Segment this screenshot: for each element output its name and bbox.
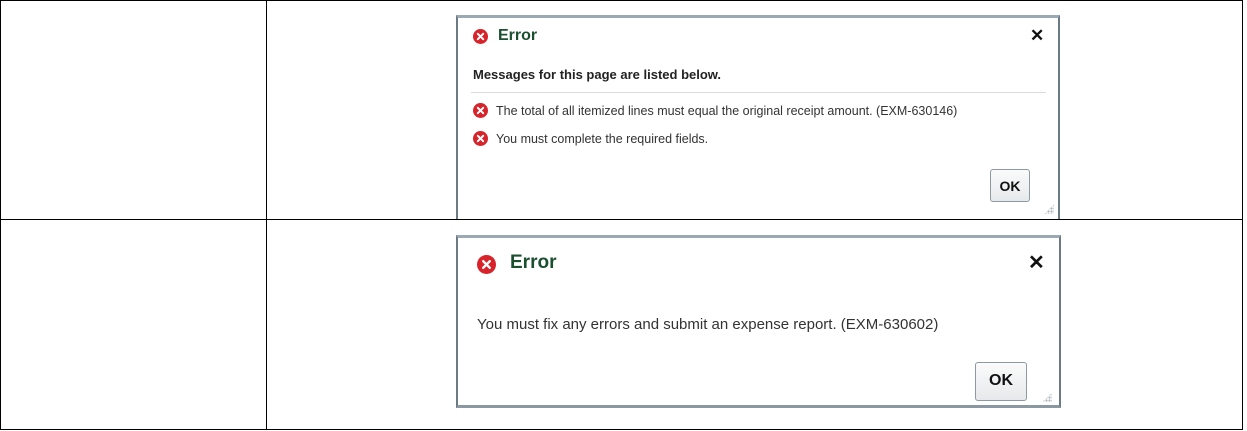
error-icon	[477, 254, 496, 274]
table-row: Error ✕ You must fix any errors and subm…	[0, 218, 1243, 430]
table-cell-empty	[0, 218, 267, 430]
ok-button[interactable]: OK	[975, 361, 1027, 401]
error-message-item: You must complete the required fields.	[473, 131, 708, 146]
table-cell-screenshot: Error ✕ You must fix any errors and subm…	[266, 218, 1243, 430]
table-cell-empty	[0, 0, 267, 220]
messages-header: Messages for this page are listed below.	[473, 67, 722, 82]
divider	[471, 92, 1046, 93]
table-cell-screenshot: Error ✕ Messages for this page are liste…	[266, 0, 1243, 220]
error-icon	[473, 29, 488, 44]
error-dialog: Error ✕ You must fix any errors and subm…	[456, 234, 1061, 408]
dialog-title: Error	[498, 27, 538, 44]
document-table: Error ✕ Messages for this page are liste…	[0, 0, 1243, 430]
close-icon[interactable]: ✕	[1028, 253, 1045, 273]
error-message-text: The total of all itemized lines must equ…	[496, 103, 958, 118]
resize-grip-icon[interactable]	[1042, 392, 1052, 403]
error-dialog: Error ✕ Messages for this page are liste…	[456, 15, 1060, 219]
error-icon	[473, 131, 488, 146]
error-message-text: You must fix any errors and submit an ex…	[477, 315, 939, 333]
error-message-item: The total of all itemized lines must equ…	[473, 103, 957, 118]
table-row: Error ✕ Messages for this page are liste…	[0, 0, 1243, 220]
error-icon	[473, 103, 488, 118]
ok-button[interactable]: OK	[990, 169, 1030, 202]
resize-grip-icon[interactable]	[1044, 204, 1054, 214]
close-icon[interactable]: ✕	[1030, 27, 1044, 44]
dialog-title: Error	[510, 251, 557, 273]
error-message-text: You must complete the required fields.	[496, 131, 709, 146]
